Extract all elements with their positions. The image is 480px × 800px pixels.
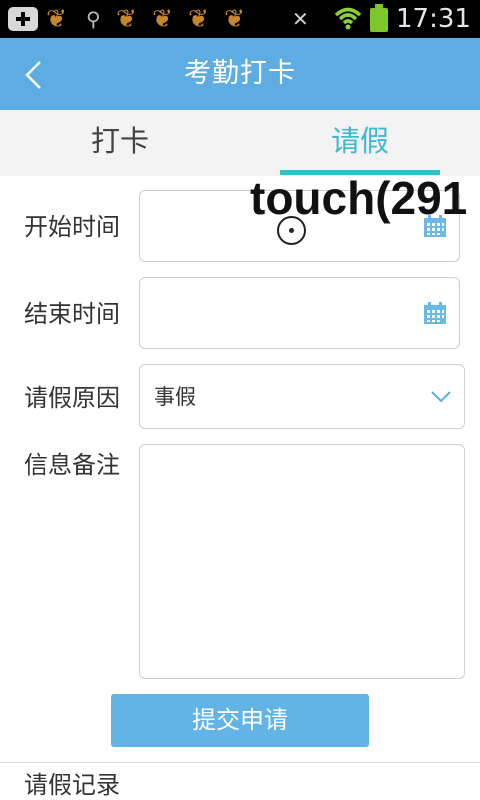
wifi-icon — [334, 7, 362, 30]
tab-bar: 打卡 请假 — [0, 110, 480, 176]
title-bar: 考勤打卡 — [0, 38, 480, 110]
tab-leave[interactable]: 请假 — [240, 110, 480, 172]
reason-select[interactable]: 事假 — [139, 364, 465, 429]
status-time: 17:31 — [396, 4, 471, 34]
status-bar: ❦ ⚲ ❦ ❦ ❦ ❦ ✕ 17:31 — [0, 0, 480, 38]
remarks-label: 信息备注 — [24, 451, 120, 479]
squirrel-app-icon: ❦ — [116, 4, 137, 33]
leave-records-label[interactable]: 请假记录 — [24, 770, 120, 800]
squirrel-app-icon: ❦ — [224, 4, 245, 33]
end-time-label: 结束时间 — [24, 300, 120, 328]
end-time-field[interactable] — [139, 277, 460, 349]
remarks-textarea[interactable] — [139, 444, 465, 679]
divider — [0, 762, 480, 763]
mute-icon: ✕ — [292, 7, 309, 31]
plus-box-icon — [8, 7, 38, 31]
reason-label: 请假原因 — [24, 384, 120, 412]
touch-point-marker — [277, 216, 306, 245]
reason-select-value: 事假 — [154, 385, 196, 409]
squirrel-app-icon: ❦ — [188, 4, 209, 33]
start-time-label: 开始时间 — [24, 213, 120, 241]
page-title: 考勤打卡 — [184, 58, 296, 89]
squirrel-app-icon: ❦ — [152, 4, 173, 33]
search-icon: ⚲ — [86, 7, 101, 31]
squirrel-app-icon: ❦ — [46, 4, 67, 33]
touch-coordinate-overlay: touch(291 — [250, 172, 468, 224]
calendar-icon[interactable] — [423, 302, 447, 325]
battery-icon — [370, 4, 388, 32]
submit-button[interactable]: 提交申请 — [111, 694, 369, 747]
tab-clock-in[interactable]: 打卡 — [0, 110, 240, 172]
chevron-down-icon[interactable] — [430, 390, 452, 404]
